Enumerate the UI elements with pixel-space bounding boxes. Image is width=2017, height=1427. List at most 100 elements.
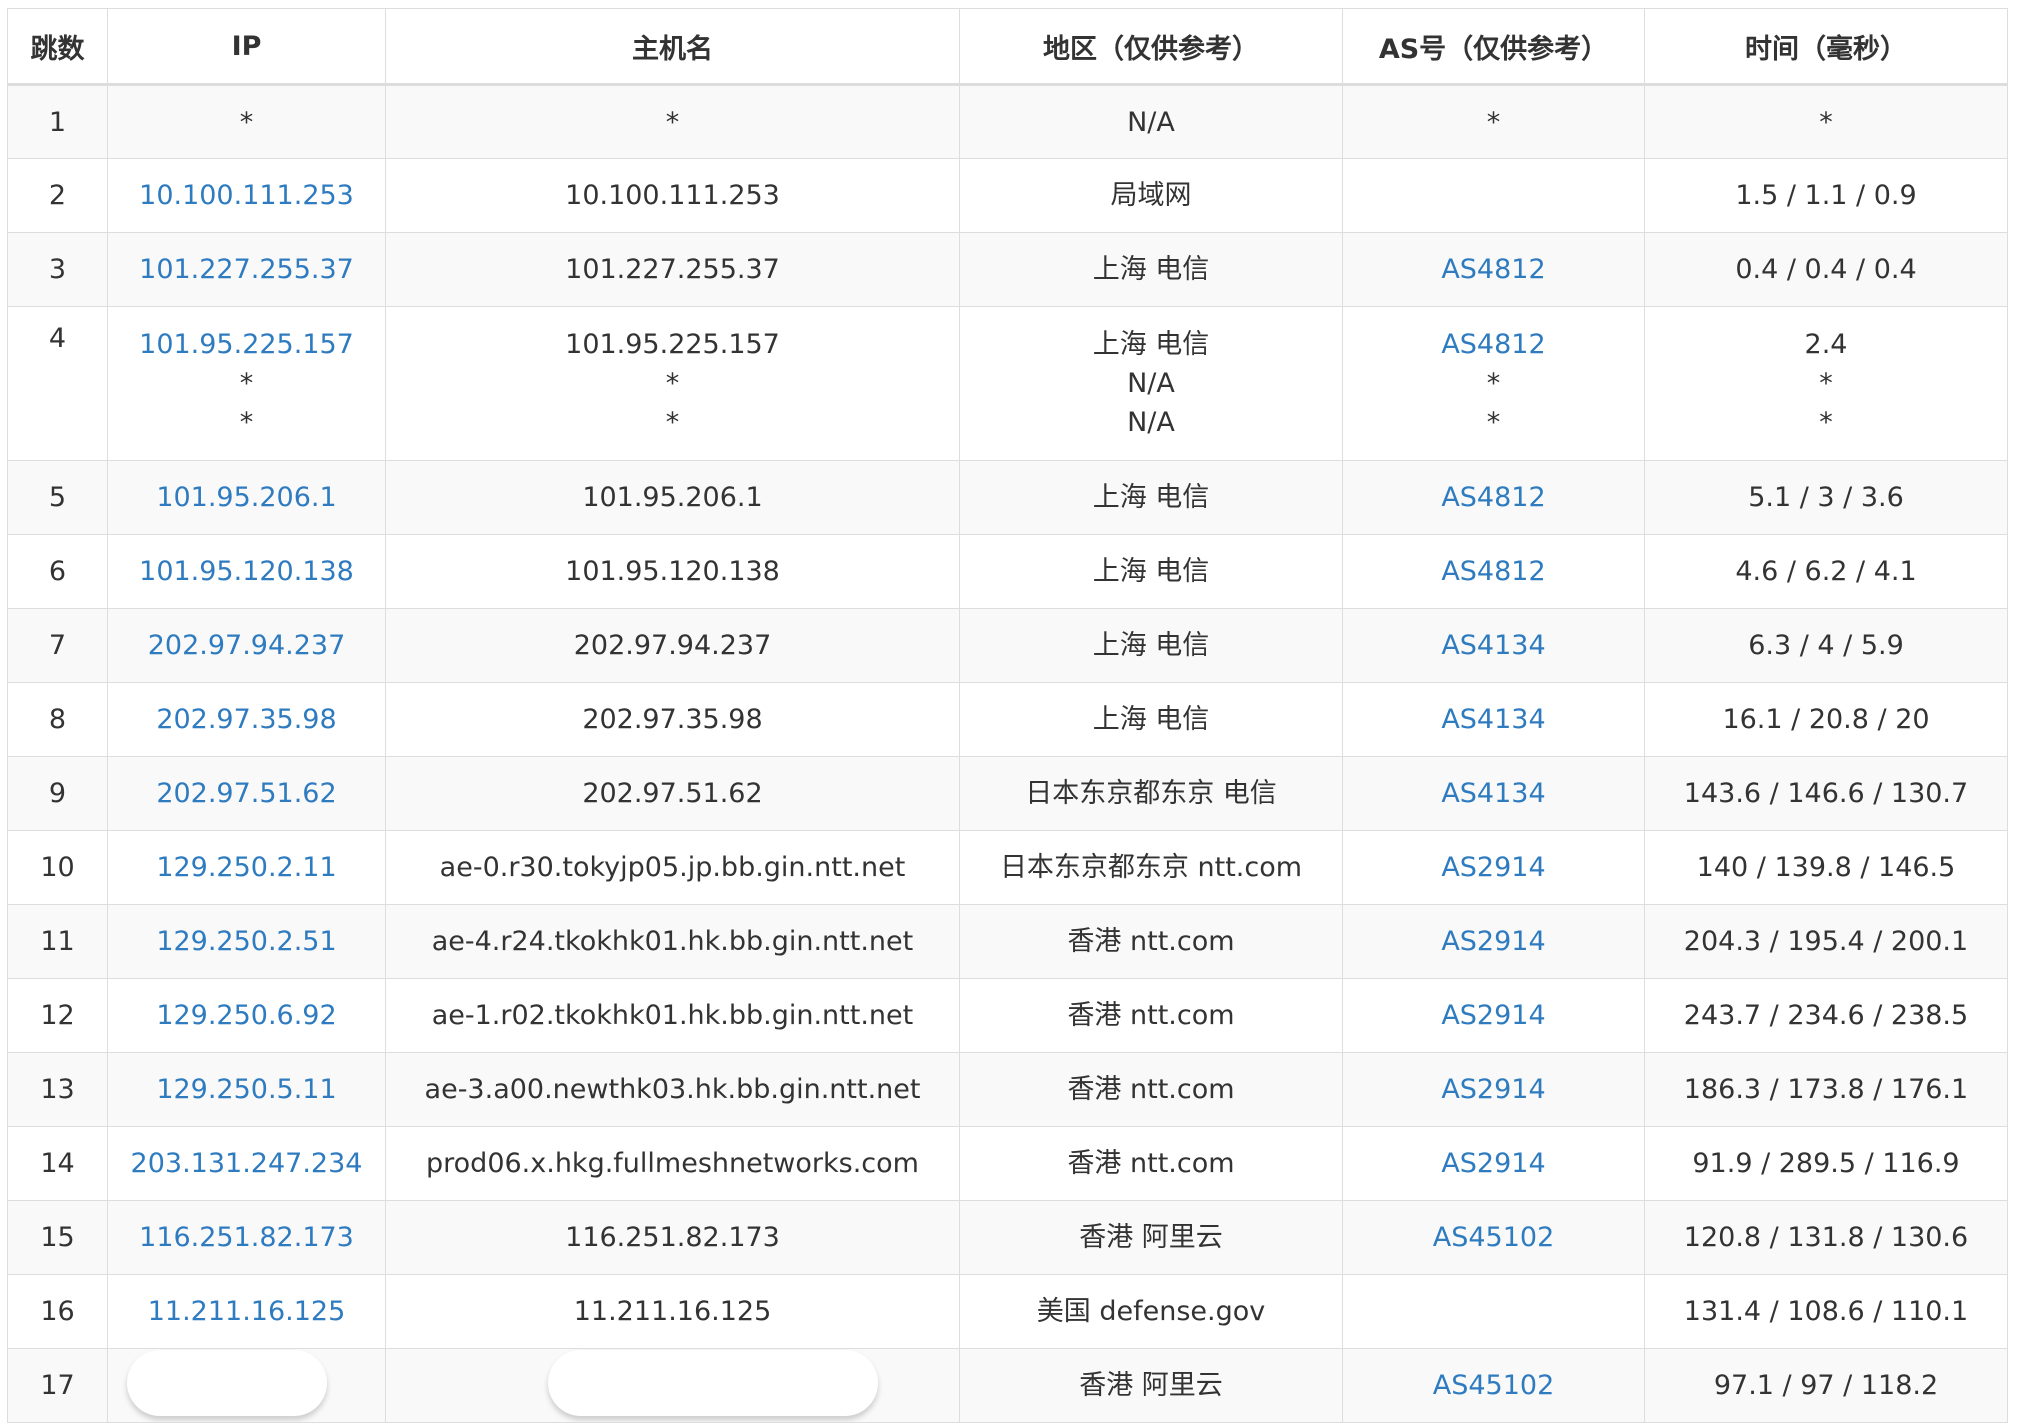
cell-region-value: 香港 ntt.com <box>1067 1148 1235 1179</box>
cell-region: 局域网 <box>959 158 1343 233</box>
cell-time-value: 0.4 / 0.4 / 0.4 <box>1735 254 1917 285</box>
cell-hop: 15 <box>7 1200 108 1275</box>
cell-asn-link[interactable]: AS2914 <box>1441 1000 1545 1031</box>
table-row: 7 202.97.94.237 202.97.94.237 上海 电信 AS4134 6.… <box>7 608 2008 683</box>
table-row: 4 101.95.225.157 * * 101.95.225.157 * * 上海 电信 N/… <box>7 306 2008 461</box>
cell-region: 上海 电信 N/A N/A <box>959 306 1343 461</box>
cell-asn-link[interactable]: AS4812 <box>1351 325 1636 364</box>
cell-asn: AS45102 <box>1342 1200 1645 1275</box>
cell-asn-value: * <box>1486 106 1501 138</box>
cell-region: 日本东京都东京 电信 <box>959 756 1343 831</box>
cell-ip: 10.100.111.253 <box>107 158 386 233</box>
cell-asn: AS4134 <box>1342 756 1645 831</box>
hop-number: 9 <box>48 778 67 809</box>
cell-ip-link[interactable]: 129.250.5.11 <box>156 1074 336 1105</box>
cell-asn-link[interactable]: AS2914 <box>1441 1074 1545 1105</box>
cell-asn-link[interactable]: AS4134 <box>1441 704 1545 735</box>
cell-asn-link[interactable]: AS2914 <box>1441 1148 1545 1179</box>
hop-number: 13 <box>40 1074 75 1105</box>
cell-time: 2.4 * * <box>1644 306 2008 461</box>
hop-number: 11 <box>40 926 75 957</box>
hop-number: 5 <box>48 482 67 513</box>
cell-region: 香港 ntt.com <box>959 904 1343 979</box>
cell-asn <box>1342 1274 1645 1349</box>
cell-asn-link[interactable]: AS4134 <box>1441 630 1545 661</box>
cell-hop: 6 <box>7 534 108 609</box>
cell-hop: 14 <box>7 1126 108 1201</box>
header-row: 跳数 IP 主机名 地区（仅供参考） AS号（仅供参考） 时间（毫秒） <box>7 8 2008 86</box>
cell-region: 香港 阿里云 <box>959 1200 1343 1275</box>
traceroute-table: 跳数 IP 主机名 地区（仅供参考） AS号（仅供参考） 时间（毫秒） 1 * * N… <box>7 8 2008 1423</box>
cell-ip: 101.227.255.37 <box>107 232 386 307</box>
hop-number: 16 <box>40 1296 75 1327</box>
cell-time-value: 243.7 / 234.6 / 238.5 <box>1683 1000 1969 1031</box>
cell-ip-link[interactable]: 203.131.247.234 <box>131 1148 363 1179</box>
cell-ip-link[interactable]: 129.250.2.11 <box>156 852 336 883</box>
cell-time-value: 131.4 / 108.6 / 110.1 <box>1683 1296 1969 1327</box>
cell-hostname: 202.97.35.98 <box>385 682 960 757</box>
cell-asn-link[interactable]: AS4812 <box>1441 556 1545 587</box>
cell-ip-link[interactable]: 101.95.225.157 <box>116 325 377 364</box>
cell-ip-link[interactable]: 101.227.255.37 <box>139 254 354 285</box>
cell-hop: 12 <box>7 978 108 1053</box>
cell-hostname: prod06.x.hkg.fullmeshnetworks.com <box>385 1126 960 1201</box>
cell-ip-link[interactable]: 11.211.16.125 <box>148 1296 346 1327</box>
cell-asn-value: * <box>1486 407 1501 438</box>
cell-ip-value: * <box>239 368 254 399</box>
cell-ip-link[interactable]: 10.100.111.253 <box>139 180 354 211</box>
cell-hostname-value: 116.251.82.173 <box>565 1222 780 1253</box>
cell-asn-link[interactable]: AS45102 <box>1433 1370 1555 1401</box>
cell-asn-link[interactable]: AS4134 <box>1441 778 1545 809</box>
cell-time-value: 143.6 / 146.6 / 130.7 <box>1683 778 1969 809</box>
cell-ip: 129.250.2.51 <box>107 904 386 979</box>
cell-time-value: 16.1 / 20.8 / 20 <box>1722 704 1930 735</box>
cell-region-value: 香港 ntt.com <box>1067 1000 1235 1031</box>
cell-ip: 202.97.94.237 <box>107 608 386 683</box>
table-row: 14 203.131.247.234 prod06.x.hkg.fullmeshne… <box>7 1126 2008 1201</box>
cell-region-value: 香港 ntt.com <box>1067 1074 1235 1105</box>
cell-time: 6.3 / 4 / 5.9 <box>1644 608 2008 683</box>
cell-hostname-value: prod06.x.hkg.fullmeshnetworks.com <box>426 1148 919 1179</box>
cell-time-value: 140 / 139.8 / 146.5 <box>1696 852 1956 883</box>
cell-asn-link[interactable]: AS4812 <box>1441 482 1545 513</box>
cell-asn-link[interactable]: AS45102 <box>1433 1222 1555 1253</box>
cell-ip-link[interactable]: 116.251.82.173 <box>139 1222 354 1253</box>
cell-asn: * <box>1342 84 1645 159</box>
cell-hostname-value: 202.97.94.237 <box>573 630 772 661</box>
table-row: 3 101.227.255.37 101.227.255.37 上海 电信 AS4812… <box>7 232 2008 307</box>
cell-asn-link[interactable]: AS2914 <box>1441 852 1545 883</box>
cell-time: 143.6 / 146.6 / 130.7 <box>1644 756 2008 831</box>
cell-region-value: N/A <box>1127 368 1175 399</box>
cell-ip-link[interactable]: 129.250.6.92 <box>156 1000 336 1031</box>
cell-asn: AS2914 <box>1342 978 1645 1053</box>
cell-ip-link[interactable]: 202.97.94.237 <box>148 630 346 661</box>
cell-region: N/A <box>959 84 1343 159</box>
cell-ip-link[interactable]: 202.97.51.62 <box>156 778 336 809</box>
table-row: 11 129.250.2.51 ae-4.r24.tkokhk01.hk.bb.gi… <box>7 904 2008 979</box>
cell-hostname: ae-3.a00.newthk03.hk.bb.gin.ntt.net <box>385 1052 960 1127</box>
cell-ip: 202.97.51.62 <box>107 756 386 831</box>
cell-ip-link[interactable]: 202.97.35.98 <box>156 704 336 735</box>
cell-ip-link[interactable]: 101.95.120.138 <box>139 556 354 587</box>
cell-ip <box>107 1348 386 1423</box>
cell-asn: AS2914 <box>1342 904 1645 979</box>
cell-ip: 202.97.35.98 <box>107 682 386 757</box>
cell-time-value: 186.3 / 173.8 / 176.1 <box>1683 1074 1969 1105</box>
cell-region: 上海 电信 <box>959 682 1343 757</box>
cell-asn: AS45102 <box>1342 1348 1645 1423</box>
cell-asn: AS4812 <box>1342 460 1645 535</box>
cell-hostname-value: ae-4.r24.tkokhk01.hk.bb.gin.ntt.net <box>431 926 914 957</box>
cell-asn-link[interactable]: AS2914 <box>1441 926 1545 957</box>
cell-ip-link[interactable]: 101.95.206.1 <box>156 482 336 513</box>
cell-ip-link[interactable]: 129.250.2.51 <box>156 926 336 957</box>
cell-time-value: 5.1 / 3 / 3.6 <box>1748 482 1904 513</box>
cell-asn-link[interactable]: AS4812 <box>1441 254 1545 285</box>
cell-time-value: 4.6 / 6.2 / 4.1 <box>1735 556 1917 587</box>
hop-number: 1 <box>48 106 67 138</box>
table-row: 8 202.97.35.98 202.97.35.98 上海 电信 AS4134 16.1… <box>7 682 2008 757</box>
cell-time: 204.3 / 195.4 / 200.1 <box>1644 904 2008 979</box>
cell-asn: AS2914 <box>1342 1052 1645 1127</box>
cell-time-value: 1.5 / 1.1 / 0.9 <box>1735 180 1917 211</box>
header-asn: AS号（仅供参考） <box>1342 8 1645 86</box>
cell-time-value: 6.3 / 4 / 5.9 <box>1748 630 1904 661</box>
